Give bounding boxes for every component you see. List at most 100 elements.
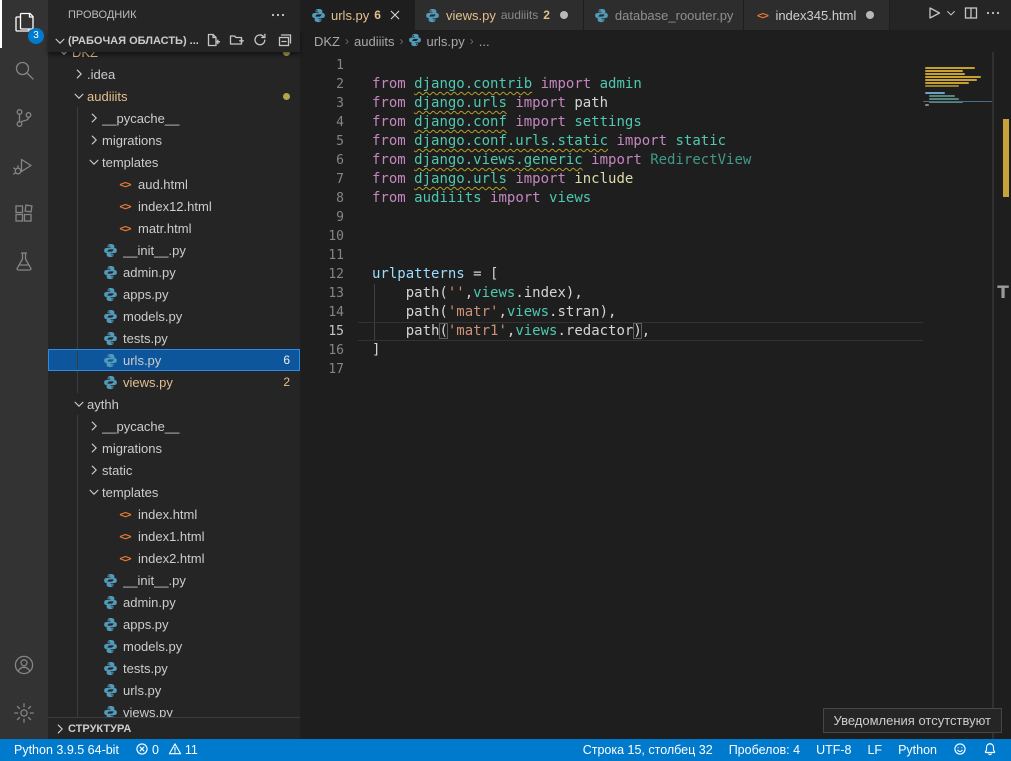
code-line-12[interactable]: 12urlpatterns = [ bbox=[300, 265, 993, 284]
split-editor-button[interactable] bbox=[961, 3, 981, 27]
tree-item-index2.html[interactable]: <>index2.html bbox=[48, 547, 300, 569]
activity-bar-item-account[interactable] bbox=[0, 643, 48, 691]
code-line-6[interactable]: 6from django.views.generic import Redire… bbox=[300, 151, 993, 170]
dirty-indicator[interactable] bbox=[861, 6, 879, 24]
encoding-status[interactable]: UTF-8 bbox=[808, 739, 859, 761]
tree-item-models.py[interactable]: models.py bbox=[48, 635, 300, 657]
breadcrumb-item[interactable]: DKZ bbox=[314, 34, 340, 49]
tab-index345.html[interactable]: <>index345.html bbox=[744, 0, 890, 30]
outline-section-header[interactable]: СТРУКТУРА bbox=[48, 717, 300, 739]
activity-bar-item-settings[interactable] bbox=[0, 691, 48, 739]
notifications-bell-button[interactable] bbox=[975, 739, 1005, 761]
new-file-button[interactable] bbox=[202, 31, 222, 51]
breadcrumb-item[interactable]: audiiits bbox=[354, 34, 394, 49]
python-interpreter-status[interactable]: Python 3.9.5 64-bit bbox=[6, 739, 127, 761]
tree-item-admin.py[interactable]: admin.py bbox=[48, 261, 300, 283]
activity-bar-item-explorer[interactable]: 3 bbox=[0, 0, 48, 48]
code-line-16[interactable]: 16] bbox=[300, 341, 993, 360]
tree-item-index1.html[interactable]: <>index1.html bbox=[48, 525, 300, 547]
minimap[interactable] bbox=[923, 52, 993, 739]
code-line-1[interactable]: 1 bbox=[300, 56, 993, 75]
breadcrumb-item[interactable]: urls.py bbox=[408, 33, 464, 50]
code-line-7[interactable]: 7from django.urls import include bbox=[300, 170, 993, 189]
tree-item-.idea[interactable]: .idea bbox=[48, 63, 300, 85]
overview-warning-marker bbox=[1003, 119, 1009, 197]
activity-bar-item-run-and-debug[interactable] bbox=[0, 144, 48, 192]
code-line-15[interactable]: 15 path('matr1',views.redactor), bbox=[300, 322, 993, 341]
tree-item-templates[interactable]: templates bbox=[48, 481, 300, 503]
tree-item-index.html[interactable]: <>index.html bbox=[48, 503, 300, 525]
code-line-8[interactable]: 8from audiiits import views bbox=[300, 189, 993, 208]
tree-item-models.py[interactable]: models.py bbox=[48, 305, 300, 327]
cursor-position-status[interactable]: Строка 15, столбец 32 bbox=[575, 739, 721, 761]
code-line-13[interactable]: 13 path('',views.index), bbox=[300, 284, 993, 303]
tree-item-apps.py[interactable]: apps.py bbox=[48, 613, 300, 635]
code-line-2[interactable]: 2from django.contrib import admin bbox=[300, 75, 993, 94]
vscode-window: 3 ПРОВОДНИК (РАБОЧАЯ ОБЛАСТЬ) ... DKZ.id… bbox=[0, 0, 1011, 761]
close-icon[interactable] bbox=[386, 6, 404, 24]
tree-item-audiiits[interactable]: audiiits bbox=[48, 85, 300, 107]
code-line-5[interactable]: 5from django.conf.urls.static import sta… bbox=[300, 132, 993, 151]
tree-item-aud.html[interactable]: <>aud.html bbox=[48, 173, 300, 195]
code-line-4[interactable]: 4from django.conf import settings bbox=[300, 113, 993, 132]
tab-views.py[interactable]: views.pyaudiiits2 bbox=[415, 0, 584, 30]
code-editor[interactable]: 12from django.contrib import admin3from … bbox=[300, 52, 1011, 739]
tab-database_roouter.py[interactable]: database_roouter.py bbox=[584, 0, 745, 30]
editor-scrollbar[interactable]: T bbox=[993, 52, 1011, 739]
activity-bar-item-extensions[interactable] bbox=[0, 192, 48, 240]
code-line-3[interactable]: 3from django.urls import path bbox=[300, 94, 993, 113]
tree-item-views.py[interactable]: views.py2 bbox=[48, 371, 300, 393]
activity-bar-item-testing[interactable] bbox=[0, 240, 48, 288]
feedback-icon bbox=[953, 742, 967, 759]
breadcrumb-item[interactable]: ... bbox=[479, 34, 490, 49]
tree-item-tests.py[interactable]: tests.py bbox=[48, 657, 300, 679]
code-line-10[interactable]: 10 bbox=[300, 227, 993, 246]
code-line-17[interactable]: 17 bbox=[300, 360, 993, 379]
tree-item-__init__.py[interactable]: __init__.py bbox=[48, 569, 300, 591]
tree-item-DKZ[interactable]: DKZ bbox=[48, 52, 300, 63]
tree-item-tests.py[interactable]: tests.py bbox=[48, 327, 300, 349]
workspace-section-header[interactable]: (РАБОЧАЯ ОБЛАСТЬ) ... bbox=[48, 30, 300, 52]
file-name: models.py bbox=[123, 309, 300, 324]
tree-item-__pycache__[interactable]: __pycache__ bbox=[48, 107, 300, 129]
activity-bar-item-search[interactable] bbox=[0, 48, 48, 96]
new-folder-button[interactable] bbox=[226, 31, 246, 51]
run-debug-icon bbox=[12, 154, 36, 183]
dirty-indicator[interactable] bbox=[555, 6, 573, 24]
tree-item-aythh[interactable]: aythh bbox=[48, 393, 300, 415]
refresh-explorer-button[interactable] bbox=[250, 31, 270, 51]
collapse-folders-button[interactable] bbox=[274, 31, 294, 51]
tree-item-urls.py[interactable]: urls.py6 bbox=[48, 349, 300, 371]
feedback-button[interactable] bbox=[945, 739, 975, 761]
python-file-icon bbox=[310, 7, 326, 23]
tree-item-apps.py[interactable]: apps.py bbox=[48, 283, 300, 305]
tree-item-migrations[interactable]: migrations bbox=[48, 129, 300, 151]
tab-urls.py[interactable]: urls.py6 bbox=[300, 0, 415, 30]
tree-item-urls.py[interactable]: urls.py bbox=[48, 679, 300, 701]
code-line-9[interactable]: 9 bbox=[300, 208, 993, 227]
more-actions-button[interactable] bbox=[983, 3, 1003, 27]
tree-item-views.py[interactable]: views.py bbox=[48, 701, 300, 717]
tab-label: index345.html bbox=[775, 8, 856, 23]
activity-bar-item-source-control[interactable] bbox=[0, 96, 48, 144]
explorer-more-actions-icon[interactable] bbox=[268, 5, 288, 25]
code-line-11[interactable]: 11 bbox=[300, 246, 993, 265]
file-name: apps.py bbox=[123, 287, 300, 302]
tree-item-__init__.py[interactable]: __init__.py bbox=[48, 239, 300, 261]
split-icon bbox=[963, 5, 979, 26]
tree-item-templates[interactable]: templates bbox=[48, 151, 300, 173]
tree-item-index12.html[interactable]: <>index12.html bbox=[48, 195, 300, 217]
tree-item-matr.html[interactable]: <>matr.html bbox=[48, 217, 300, 239]
run-dropdown-button[interactable] bbox=[946, 3, 959, 27]
file-name: models.py bbox=[123, 639, 300, 654]
run-python-file-button[interactable] bbox=[924, 3, 944, 27]
tree-item-admin.py[interactable]: admin.py bbox=[48, 591, 300, 613]
indentation-status[interactable]: Пробелов: 4 bbox=[721, 739, 808, 761]
language-mode-status[interactable]: Python bbox=[890, 739, 945, 761]
problems-status[interactable]: 0 11 bbox=[127, 739, 206, 761]
tree-item-static[interactable]: static bbox=[48, 459, 300, 481]
tree-item-__pycache__[interactable]: __pycache__ bbox=[48, 415, 300, 437]
eol-status[interactable]: LF bbox=[859, 739, 890, 761]
tree-item-migrations[interactable]: migrations bbox=[48, 437, 300, 459]
code-line-14[interactable]: 14 path('matr',views.stran), bbox=[300, 303, 993, 322]
